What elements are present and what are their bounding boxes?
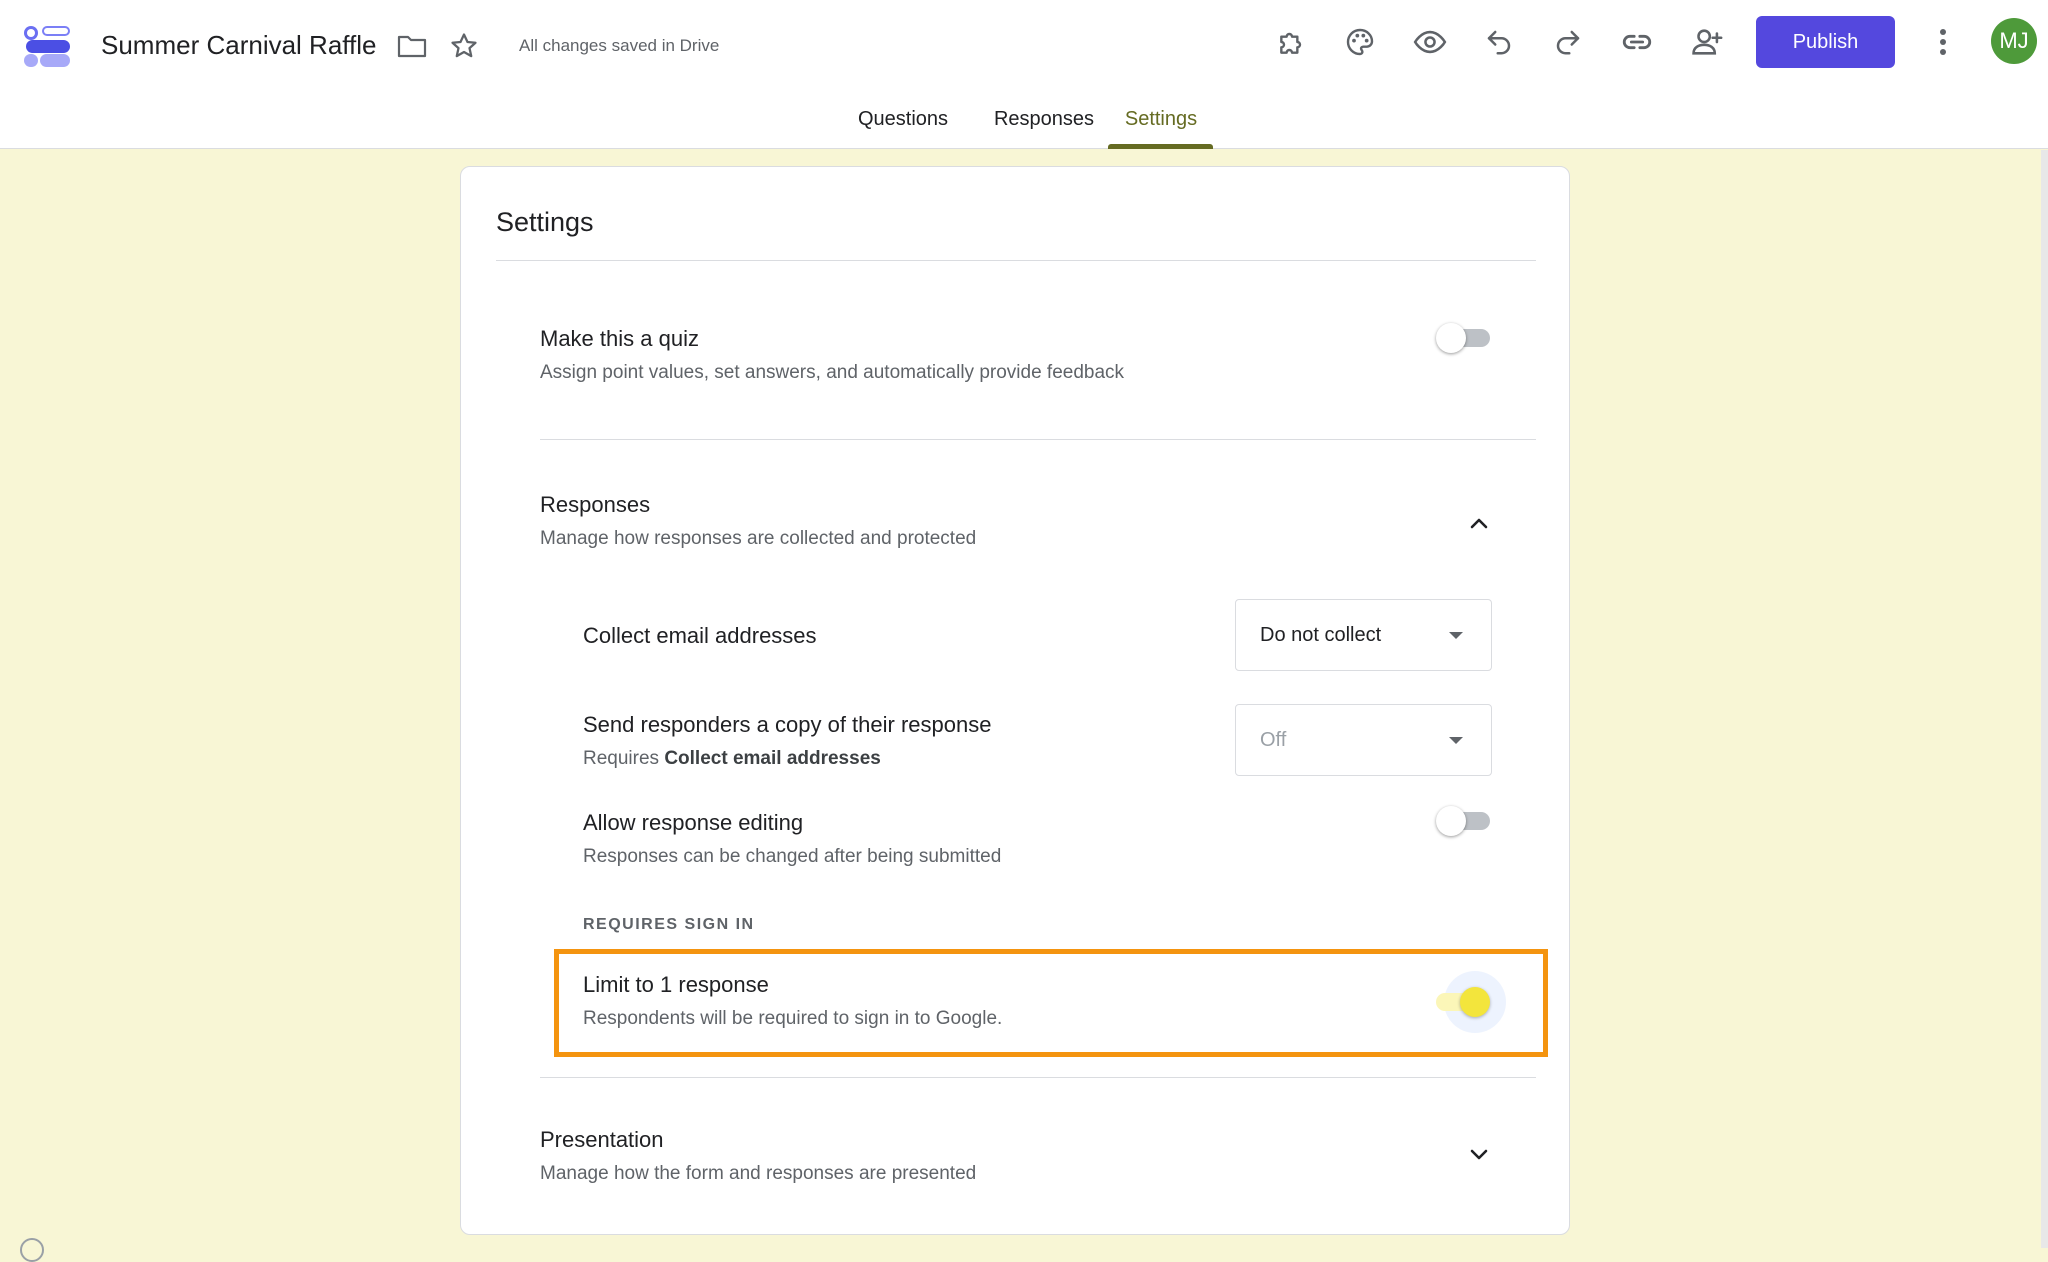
top-bar: Summer Carnival Raffle All changes saved… — [0, 0, 2048, 149]
responses-section-subtitle: Manage how responses are collected and p… — [540, 528, 977, 549]
active-tab-indicator — [1108, 144, 1213, 149]
dropdown-caret-icon — [1449, 632, 1463, 639]
link-icon[interactable] — [1615, 20, 1659, 64]
star-icon[interactable] — [448, 30, 480, 62]
palette-icon[interactable] — [1338, 20, 1382, 64]
allow-editing-toggle[interactable] — [1436, 800, 1496, 840]
send-copy-select[interactable]: Off — [1235, 704, 1492, 776]
page-scrollbar[interactable] — [2041, 150, 2048, 1248]
send-copy-label: Send responders a copy of their response — [583, 712, 992, 737]
tab-settings[interactable]: Settings — [1112, 108, 1210, 149]
dropdown-caret-icon — [1449, 737, 1463, 744]
account-avatar[interactable]: MJ — [1991, 18, 2037, 64]
folder-icon[interactable] — [396, 30, 428, 62]
expand-presentation-chevron-down-icon[interactable] — [1461, 1137, 1497, 1173]
help-icon[interactable] — [20, 1238, 44, 1262]
publish-button[interactable]: Publish — [1756, 16, 1895, 68]
undo-icon[interactable] — [1477, 20, 1521, 64]
limit-one-response-toggle[interactable] — [1436, 971, 1506, 1033]
forms-logo-icon[interactable] — [22, 20, 72, 68]
collect-email-label: Collect email addresses — [583, 623, 817, 648]
form-tabs: Questions Responses Settings — [0, 108, 2048, 149]
allow-editing-label: Allow response editing — [583, 810, 804, 835]
add-ons-puzzle-icon[interactable] — [1270, 20, 1314, 64]
quiz-setting-subtitle: Assign point values, set answers, and au… — [540, 362, 1125, 383]
more-options-icon[interactable] — [1921, 20, 1965, 64]
preview-eye-icon[interactable] — [1408, 20, 1452, 64]
send-copy-requirement: Collect email addresses — [664, 748, 881, 769]
redo-icon[interactable] — [1546, 20, 1590, 64]
highlight-box — [554, 949, 1548, 1057]
save-status: All changes saved in Drive — [519, 36, 720, 55]
presentation-section-subtitle: Manage how the form and responses are pr… — [540, 1163, 977, 1184]
limit-one-response-subtitle: Respondents will be required to sign in … — [583, 1008, 1003, 1029]
responses-divider — [540, 1077, 1536, 1078]
settings-card: Settings Make this a quiz Assign point v… — [460, 166, 1570, 1235]
collapse-responses-chevron-up-icon[interactable] — [1461, 505, 1497, 541]
send-copy-requires-text: Requires — [583, 748, 665, 769]
presentation-section-title[interactable]: Presentation — [540, 1127, 664, 1153]
limit-one-response-label: Limit to 1 response — [583, 972, 769, 997]
responses-section-title[interactable]: Responses — [540, 492, 650, 518]
send-copy-value: Off — [1260, 728, 1287, 751]
requires-sign-in-heading: REQUIRES SIGN IN — [583, 916, 755, 933]
toggle-thumb — [1436, 323, 1466, 353]
title-divider — [496, 260, 1536, 261]
collect-email-value: Do not collect — [1260, 623, 1382, 646]
document-title[interactable]: Summer Carnival Raffle — [101, 30, 377, 61]
toggle-thumb — [1436, 806, 1466, 836]
quiz-setting-title: Make this a quiz — [540, 326, 699, 351]
send-copy-subtitle: Requires Collect email addresses — [583, 748, 881, 770]
tab-responses[interactable]: Responses — [983, 108, 1105, 149]
quiz-toggle[interactable] — [1436, 317, 1496, 357]
toggle-thumb — [1460, 987, 1490, 1017]
quiz-divider — [540, 439, 1536, 440]
add-collaborator-icon[interactable] — [1685, 20, 1729, 64]
tab-questions[interactable]: Questions — [848, 108, 958, 149]
allow-editing-subtitle: Responses can be changed after being sub… — [583, 846, 1002, 867]
collect-email-select[interactable]: Do not collect — [1235, 599, 1492, 671]
settings-title: Settings — [496, 207, 594, 237]
